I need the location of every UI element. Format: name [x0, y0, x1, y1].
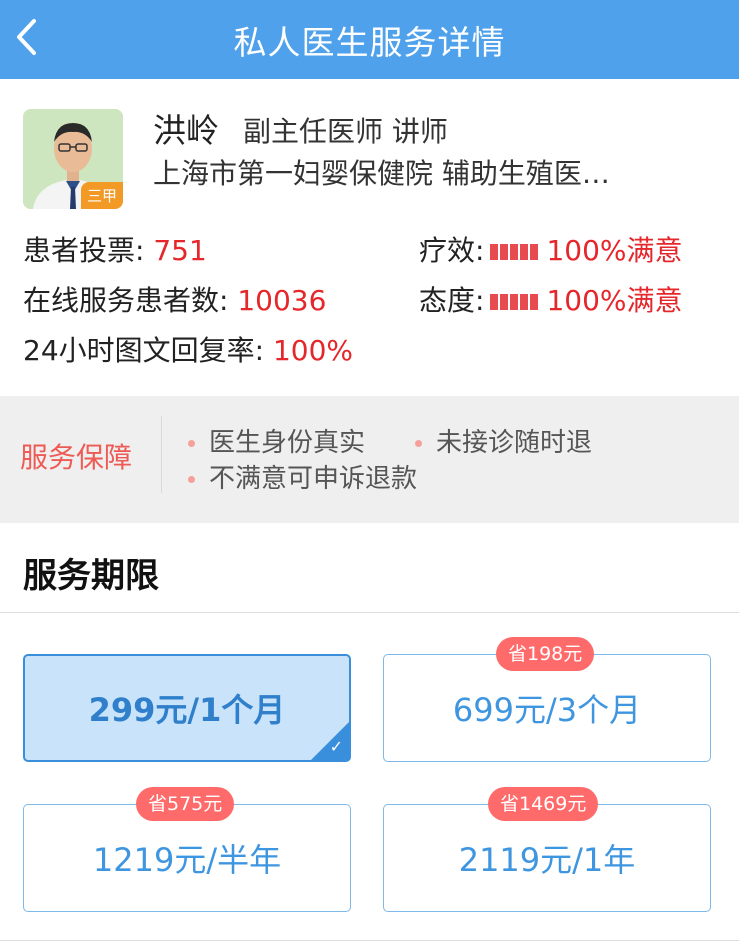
attitude-label: 态度: — [419, 284, 485, 317]
divider — [161, 416, 162, 493]
doctor-avatar[interactable]: 三甲 — [23, 109, 123, 209]
reply-rate: 24小时图文回复率: 100% — [23, 329, 353, 369]
period-option-label: 299元/1个月 — [88, 691, 286, 729]
doctor-name: 洪岭 — [153, 111, 219, 150]
top-nav-bar: 私人医生服务详情 — [0, 0, 739, 79]
online-patients: 在线服务患者数: 10036 — [23, 279, 326, 319]
guarantee-item: 医生身份真实 — [188, 422, 365, 459]
reply-rate-value: 100% — [272, 334, 354, 367]
efficacy-rating-bar — [490, 244, 539, 260]
hospital-grade-badge: 三甲 — [80, 182, 123, 209]
patient-votes-label: 患者投票: — [23, 234, 145, 267]
efficacy-label: 疗效: — [419, 234, 485, 267]
period-option-label: 2119元/1年 — [458, 841, 636, 879]
attitude-rating: 态度: 100%满意 — [419, 279, 683, 319]
bullet-icon — [188, 476, 195, 483]
attitude-rating-bar — [490, 294, 539, 310]
online-patients-label: 在线服务患者数: — [23, 284, 229, 317]
bullet-icon — [415, 440, 422, 447]
efficacy-value: 100%满意 — [546, 234, 683, 267]
service-guarantee-label: 服务保障 — [20, 441, 133, 474]
service-guarantee-section: 服务保障 医生身份真实 未接诊随时退 不满意可申诉退款 — [0, 396, 739, 523]
savings-badge: 省1469元 — [488, 787, 599, 821]
period-option-label: 1219元/半年 — [92, 841, 282, 879]
divider — [0, 612, 739, 613]
savings-badge: 省198元 — [496, 637, 595, 671]
bullet-icon — [188, 440, 195, 447]
guarantee-item: 不满意可申诉退款 — [188, 458, 417, 495]
chevron-left-icon — [17, 19, 36, 55]
guarantee-item: 未接诊随时退 — [415, 422, 592, 459]
doctor-title: 副主任医师 讲师 — [243, 115, 448, 148]
patient-votes-value: 751 — [153, 234, 207, 267]
service-period-title: 服务期限 — [23, 556, 159, 596]
doctor-hospital: 上海市第一妇婴保健院 辅助生殖医… — [153, 157, 610, 190]
efficacy-rating: 疗效: 100%满意 — [419, 229, 683, 269]
patient-votes: 患者投票: 751 — [23, 229, 207, 269]
savings-badge: 省575元 — [136, 787, 235, 821]
divider — [0, 940, 739, 941]
period-option-label: 699元/3个月 — [452, 691, 642, 729]
attitude-value: 100%满意 — [546, 284, 683, 317]
period-option-1-month[interactable]: 299元/1个月 ✓ — [23, 654, 351, 762]
online-patients-value: 10036 — [237, 284, 327, 317]
check-icon: ✓ — [329, 737, 343, 756]
page-title: 私人医生服务详情 — [233, 22, 506, 62]
back-button[interactable] — [6, 12, 46, 62]
reply-rate-label: 24小时图文回复率: — [23, 334, 265, 367]
